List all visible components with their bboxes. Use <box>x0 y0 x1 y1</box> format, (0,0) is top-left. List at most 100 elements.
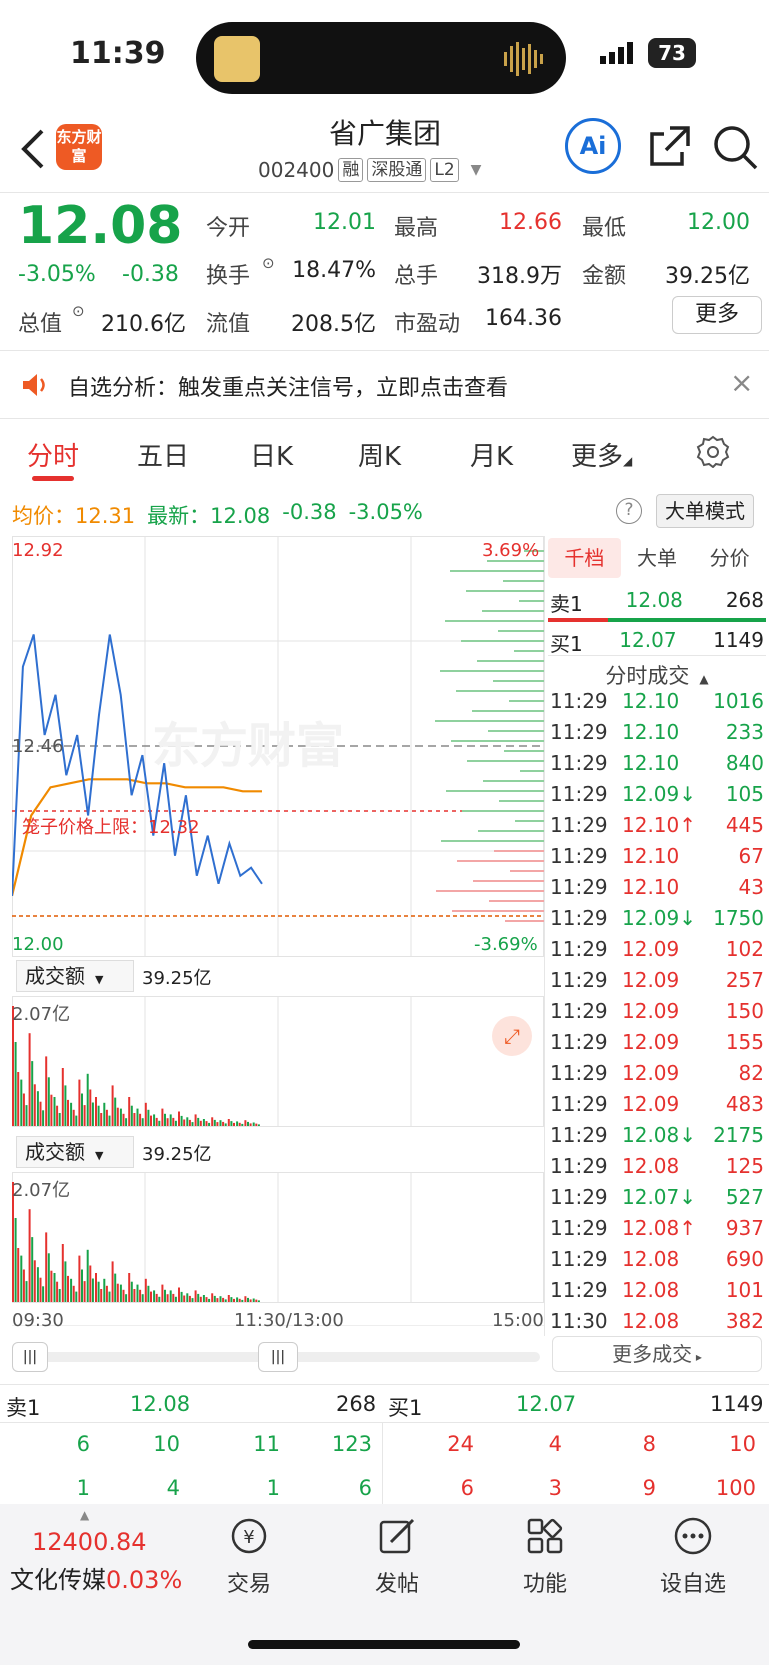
depth-bar <box>498 630 544 632</box>
depth-cell: 9 <box>642 1476 656 1500</box>
volume-bar <box>25 1105 28 1126</box>
stock-code: 002400 <box>258 158 335 182</box>
share-icon[interactable] <box>648 124 692 168</box>
tick-price: 12.08 <box>622 1278 680 1302</box>
close-icon[interactable]: × <box>730 366 753 399</box>
volume-bar <box>202 1295 205 1302</box>
volume-max-label: 2.07亿 <box>12 1180 71 1201</box>
tab-big-orders[interactable]: 大单 <box>621 538 694 578</box>
tab-five-day[interactable]: 五日 <box>137 436 189 473</box>
more-quote-button[interactable]: 更多 <box>672 296 762 334</box>
volume-bar <box>103 1278 106 1302</box>
depth-bar <box>461 640 544 642</box>
volume-bar <box>211 1117 214 1126</box>
ai-button[interactable]: Ai <box>565 118 621 174</box>
tick-price: 12.07↓ <box>622 1185 697 1209</box>
volume-max-label: 2.07亿 <box>12 1004 71 1025</box>
divider <box>0 192 769 193</box>
volume-label: 总手 <box>394 264 439 289</box>
help-icon[interactable]: ? <box>616 498 642 524</box>
apps-grid-icon <box>527 1518 563 1554</box>
volume-bar <box>42 1286 45 1302</box>
tick-row: 11:29 12.09 483 <box>550 1089 764 1120</box>
search-icon[interactable] <box>712 124 758 170</box>
volume-bar <box>119 1284 122 1302</box>
tab-more[interactable]: 更多◢ <box>571 436 632 473</box>
back-button[interactable] <box>14 125 54 173</box>
volume-bar <box>247 1121 249 1126</box>
tick-row: 11:30 12.08 382 <box>550 1306 764 1337</box>
info-dots-icon[interactable]: ⊙ <box>72 302 85 320</box>
info-dots-icon[interactable]: ⊙ <box>262 254 275 272</box>
volume-bar <box>50 1270 53 1302</box>
now-playing-art-icon <box>214 36 260 82</box>
volume-bar <box>56 1105 59 1126</box>
depth-cell: 10 <box>153 1432 180 1456</box>
volume-bar <box>122 1113 125 1126</box>
volume-bar <box>61 1068 64 1126</box>
volume-type-select[interactable]: 成交额 ▼ <box>16 1136 134 1168</box>
intraday-chart[interactable]: 东方财富 12.92 12.46 12.00 3.69% -3.69% 笼子价格… <box>10 536 544 1331</box>
amount-label: 金额 <box>582 264 627 289</box>
depth-bar <box>488 730 544 732</box>
depth-bar <box>504 750 544 752</box>
tick-volume: 1750 <box>713 906 764 930</box>
slider-handle-right[interactable]: ||| <box>258 1342 298 1372</box>
post-button[interactable]: 发帖 <box>332 1516 462 1598</box>
open-value: 12.01 <box>313 210 376 235</box>
slider-handle-left[interactable]: ||| <box>12 1342 48 1372</box>
volume-bar <box>81 1093 83 1126</box>
volume-bar <box>238 1122 241 1126</box>
add-watchlist-button[interactable]: 设自选 <box>628 1516 758 1598</box>
depth-bar <box>505 920 544 922</box>
tab-level-book[interactable]: 千档 <box>548 538 621 578</box>
volume-bar <box>224 1123 227 1126</box>
stock-code-line[interactable]: 002400 融 深股通 L2 ▼ <box>258 158 481 182</box>
gear-icon[interactable] <box>696 434 730 468</box>
big-order-mode-button[interactable]: 大单模式 <box>656 494 754 528</box>
tab-weekly-k[interactable]: 周K <box>358 436 401 473</box>
trade-button[interactable]: ¥ 交易 <box>184 1516 314 1598</box>
volume-bar <box>116 1107 119 1126</box>
depth-bar <box>472 710 544 712</box>
index-value[interactable]: 12400.84 <box>32 1528 147 1556</box>
tab-price-dist[interactable]: 分价 <box>693 538 766 578</box>
depth-cell: 4 <box>548 1432 562 1456</box>
signal-banner[interactable]: 自选分析：触发重点关注信号，立即点击查看 <box>68 370 508 402</box>
dynamic-island <box>196 22 566 94</box>
tag-margin: 融 <box>338 158 364 182</box>
tab-daily-k[interactable]: 日K <box>250 436 293 473</box>
volume-bar <box>58 1113 61 1126</box>
tick-time: 11:29 <box>550 720 608 744</box>
more-trades-button[interactable]: 更多成交 ▸ <box>552 1336 762 1372</box>
tab-intraday[interactable]: 分时 <box>27 436 79 473</box>
index-ticker[interactable]: 文化传媒0.03% <box>10 1560 182 1595</box>
volume-bar <box>119 1108 122 1126</box>
volume-bar <box>158 1296 161 1302</box>
tick-price: 12.08 <box>622 1309 680 1333</box>
volume-type-select[interactable]: 成交额 ▼ <box>16 960 134 992</box>
divider <box>0 418 769 419</box>
volume-bar <box>244 1120 247 1126</box>
volume-bar <box>95 1273 97 1302</box>
depth-bar <box>473 880 544 882</box>
volume-bar <box>81 1269 83 1302</box>
tick-time: 11:29 <box>550 813 608 837</box>
sell1-row: 卖1 12.08 268 <box>550 588 764 616</box>
volume-bar <box>180 1115 183 1126</box>
volume-bar <box>155 1293 158 1302</box>
tick-row: 11:29 12.10 233 <box>550 717 764 748</box>
tick-price: 12.08 <box>622 1154 680 1178</box>
features-button[interactable]: 功能 <box>480 1516 610 1598</box>
depth-cell: 6 <box>460 1476 474 1500</box>
volume-bar <box>22 1269 25 1302</box>
depth-bar <box>515 820 544 822</box>
volume-bar <box>158 1120 161 1126</box>
volume-bar <box>186 1293 189 1302</box>
expand-icon[interactable]: ⤢ <box>492 1016 532 1056</box>
volume-bar <box>144 1278 147 1302</box>
tab-monthly-k[interactable]: 月K <box>470 436 513 473</box>
tick-time: 11:29 <box>550 782 608 806</box>
volume-bar <box>178 1111 180 1126</box>
volume-bar <box>70 1102 73 1126</box>
